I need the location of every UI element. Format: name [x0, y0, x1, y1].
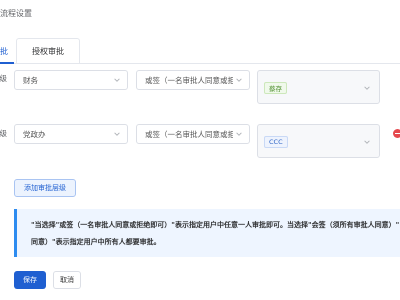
- chevron-down-icon: [361, 136, 373, 148]
- cancel-button[interactable]: 取消: [53, 271, 81, 289]
- department-select[interactable]: 党政办: [14, 124, 128, 144]
- active-tab-indicator: [0, 62, 14, 64]
- sign-mode-select[interactable]: 或签（一名审批人同意或拒绝即可）: [136, 70, 250, 90]
- sign-mode-select[interactable]: 或签（一名审批人同意或拒绝即可）: [136, 124, 250, 144]
- chevron-down-icon: [233, 128, 245, 140]
- level-label: 一级: [0, 74, 7, 83]
- chevron-down-icon: [111, 74, 123, 86]
- sign-mode-select-value: 或签（一名审批人同意或拒绝即可）: [145, 75, 233, 85]
- tab-authorized-approval[interactable]: 授权审批: [16, 38, 80, 64]
- tab-approval[interactable]: 审批: [0, 38, 16, 64]
- page-title: 审批流程设置: [0, 9, 32, 18]
- info-notice: "当选择"或签（一名审批人同意或拒绝即可）"表示指定用户中任意一人审批即可。当选…: [14, 209, 400, 257]
- save-button-label: 保存: [23, 276, 37, 284]
- chevron-down-icon: [111, 128, 123, 140]
- cancel-button-label: 取消: [60, 276, 74, 284]
- notice-line-2: 同意）"表示指定用户中所有人都要审批。: [31, 238, 161, 246]
- chevron-down-icon: [233, 74, 245, 86]
- approver-tag: CCC: [264, 136, 288, 148]
- chevron-down-icon: [361, 82, 373, 94]
- tab-bar: 审批 授权审批: [0, 38, 400, 64]
- approver-select[interactable]: 蔡存: [257, 70, 380, 104]
- add-level-button[interactable]: 添加审批层级: [14, 179, 76, 197]
- sign-mode-select-value: 或签（一名审批人同意或拒绝即可）: [145, 129, 233, 139]
- level-label: 二级: [0, 129, 7, 138]
- remove-level-icon[interactable]: [393, 129, 400, 138]
- department-select[interactable]: 财务: [14, 70, 128, 90]
- tab-approval-label: 审批: [0, 46, 8, 56]
- tab-authorized-approval-label: 授权审批: [32, 47, 64, 56]
- approver-tag: 蔡存: [264, 82, 287, 94]
- notice-line-1: "当选择"或签（一名审批人同意或拒绝即可）"表示指定用户中任意一人审批即可。当选…: [31, 221, 400, 229]
- department-select-value: 财务: [23, 75, 38, 85]
- approval-settings-page: 审批流程设置 审批 授权审批 一级 财务 或签（一名审批人同意或拒绝即可） 蔡存…: [0, 0, 400, 300]
- save-button[interactable]: 保存: [14, 271, 46, 289]
- approver-select[interactable]: CCC: [257, 124, 380, 158]
- department-select-value: 党政办: [23, 129, 46, 139]
- add-level-button-label: 添加审批层级: [24, 184, 66, 192]
